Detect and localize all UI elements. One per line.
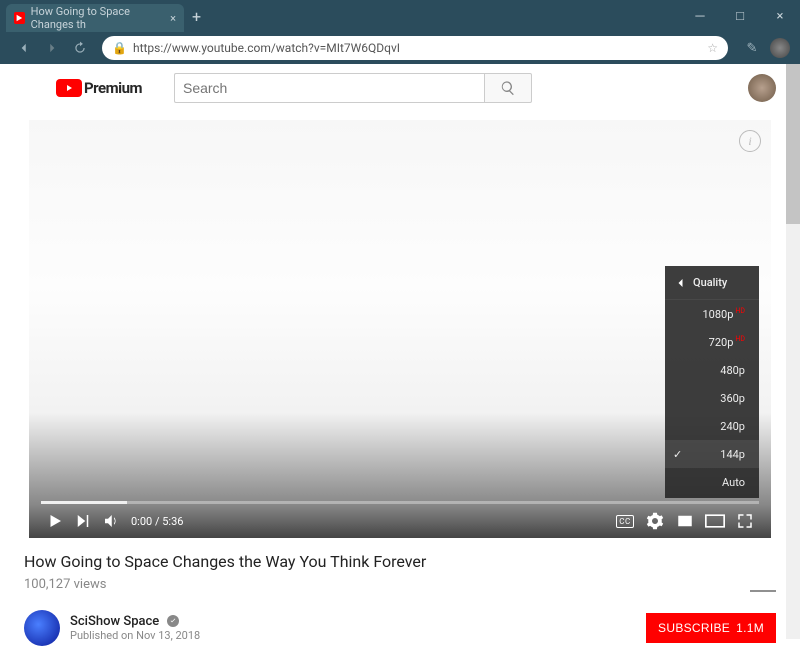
quality-option-auto[interactable]: Auto <box>665 468 759 496</box>
quality-option-label: 1080p <box>703 308 734 321</box>
bookmark-star-icon[interactable]: ☆ <box>707 41 718 55</box>
youtube-favicon <box>14 12 25 24</box>
quality-option-480p[interactable]: 480p <box>665 356 759 384</box>
tab-title: How Going to Space Changes th <box>31 5 170 31</box>
page-content: i Quality 1080pHD720pHD480p360p240p✓144p… <box>0 112 800 646</box>
chevron-left-icon <box>675 277 687 289</box>
quality-option-label: 144p <box>720 448 745 461</box>
sentiment-bar <box>750 590 776 592</box>
quality-menu-title: Quality <box>693 276 727 289</box>
hd-badge: HD <box>735 335 745 343</box>
browser-titlebar: How Going to Space Changes th × + ─ □ × <box>0 0 800 32</box>
lock-icon: 🔒 <box>112 41 127 55</box>
window-maximize-button[interactable]: □ <box>720 0 760 32</box>
nav-back-button[interactable] <box>12 36 36 60</box>
youtube-logo[interactable]: Premium <box>56 79 142 97</box>
quality-option-720p[interactable]: 720pHD <box>665 328 759 356</box>
search-button[interactable] <box>484 73 532 103</box>
quality-option-240p[interactable]: 240p <box>665 412 759 440</box>
quality-option-label: 360p <box>720 392 745 405</box>
quality-option-label: 240p <box>720 420 745 433</box>
video-player[interactable]: i Quality 1080pHD720pHD480p360p240p✓144p… <box>29 120 771 538</box>
browser-toolbar: 🔒 https://www.youtube.com/watch?v=MIt7W6… <box>0 32 800 64</box>
window-close-button[interactable]: × <box>760 0 800 32</box>
time-total: 5:36 <box>162 515 183 528</box>
video-title: How Going to Space Changes the Way You T… <box>24 552 776 571</box>
fullscreen-button[interactable] <box>731 507 759 535</box>
browser-profile-avatar[interactable] <box>770 38 790 58</box>
miniplayer-button[interactable] <box>671 507 699 535</box>
settings-button[interactable] <box>641 507 669 535</box>
browser-tab[interactable]: How Going to Space Changes th × <box>6 4 184 32</box>
page-scrollbar[interactable] <box>786 64 800 639</box>
publish-date: Published on Nov 13, 2018 <box>70 629 200 642</box>
address-bar[interactable]: 🔒 https://www.youtube.com/watch?v=MIt7W6… <box>102 36 728 60</box>
hd-badge: HD <box>735 307 745 315</box>
nav-reload-button[interactable] <box>68 36 92 60</box>
next-button[interactable] <box>69 507 97 535</box>
window-minimize-button[interactable]: ─ <box>680 0 720 32</box>
logo-text: Premium <box>84 79 142 97</box>
nav-forward-button[interactable] <box>40 36 64 60</box>
theater-button[interactable] <box>701 507 729 535</box>
time-elapsed: 0:00 <box>131 515 152 528</box>
subscriber-count: 1.1M <box>736 621 764 635</box>
quality-option-label: 720p <box>709 336 734 349</box>
player-controls: 0:00 / 5:36 CC <box>29 504 771 538</box>
quality-option-144p[interactable]: ✓ 144p <box>665 440 759 468</box>
video-meta-row: 100,127 views <box>24 575 776 592</box>
search-form <box>174 73 532 103</box>
quality-option-label: 480p <box>720 364 745 377</box>
subscribe-label: SUBSCRIBE <box>658 621 730 635</box>
youtube-header: Premium <box>0 64 800 112</box>
search-icon <box>500 80 516 96</box>
channel-avatar[interactable] <box>24 610 60 646</box>
scrollbar-thumb[interactable] <box>786 64 800 224</box>
search-input[interactable] <box>174 73 484 103</box>
tab-close-icon[interactable]: × <box>170 12 176 25</box>
captions-button[interactable]: CC <box>611 507 639 535</box>
account-avatar[interactable] <box>748 74 776 102</box>
quality-option-label: Auto <box>722 476 745 489</box>
quality-option-1080p[interactable]: 1080pHD <box>665 300 759 328</box>
view-count: 100,127 views <box>24 577 106 592</box>
quality-menu: Quality 1080pHD720pHD480p360p240p✓144pAu… <box>665 266 759 498</box>
extension-icon[interactable]: ✎ <box>742 38 762 58</box>
quality-menu-header[interactable]: Quality <box>665 266 759 300</box>
volume-button[interactable] <box>97 507 125 535</box>
info-card-icon[interactable]: i <box>739 130 761 152</box>
play-button[interactable] <box>41 507 69 535</box>
verified-badge-icon <box>167 615 179 627</box>
new-tab-button[interactable]: + <box>192 7 201 26</box>
check-icon: ✓ <box>673 448 682 461</box>
quality-option-360p[interactable]: 360p <box>665 384 759 412</box>
channel-name[interactable]: SciShow Space <box>70 614 159 629</box>
youtube-play-icon <box>56 79 82 97</box>
time-display: 0:00 / 5:36 <box>131 515 183 528</box>
channel-row: SciShow Space Published on Nov 13, 2018 … <box>24 610 776 646</box>
url-text: https://www.youtube.com/watch?v=MIt7W6QD… <box>133 41 400 55</box>
